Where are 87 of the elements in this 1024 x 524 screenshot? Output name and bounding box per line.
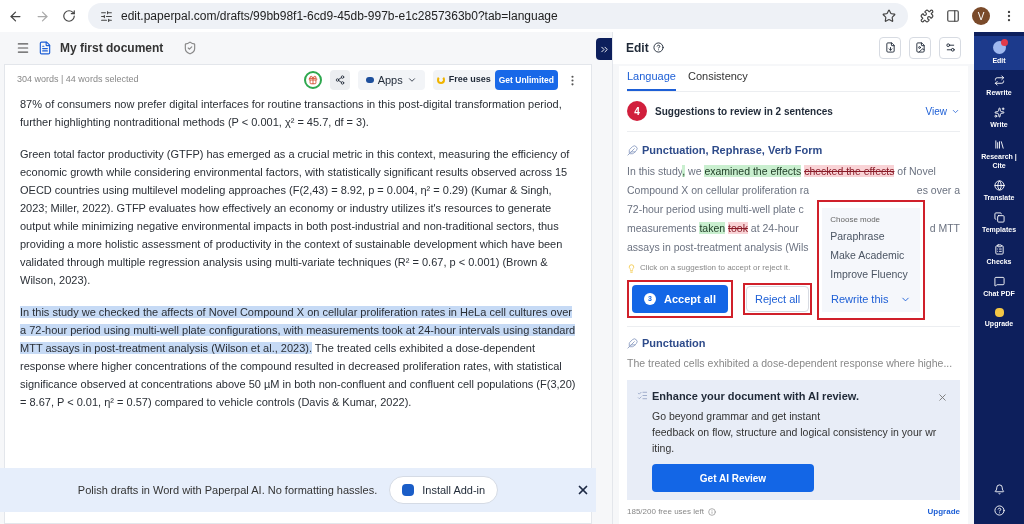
rail-icon	[993, 75, 1005, 86]
suggestion-category: Punctuation, Rephrase, Verb Form	[642, 142, 823, 158]
collapse-button[interactable]	[596, 38, 612, 60]
hint-text: Click on a suggestion to accept or reject it.	[640, 262, 791, 275]
document-paragraph: In this study we checked the affects of Novel Compound X on cellular proliferation rates in HeLa cell cultures over a 72-hour period using multi-well plate configurations, with measurements took at 24-hour intervals using standard MTT assays in post-treatment analysis (Wilson et al., 2023). The treated cells exhibited a dose-dependent response where higher concentrations of the compound resulted in decreased proliferation rates, with statistical significance observed at concentrations above 50 µM in both non-confluent and confluent cell populations (F(3,20) = 8.67, P < 0.01, η² = 0.57) compared to vehicle controls (Davis & Kumar, 2022).	[20, 305, 576, 410]
suggested-insertion[interactable]: ,	[682, 165, 686, 178]
bookmark-icon[interactable]	[882, 9, 896, 23]
suggestion-text: es over a	[916, 184, 960, 197]
menu-option[interactable]: Improve Fluency	[830, 266, 913, 284]
suggestion-text: d MTT	[929, 222, 960, 235]
suggestion-preview[interactable]: The treated cells exhibited a dose-dependent response where highe...	[627, 355, 960, 372]
chevron-down-icon	[406, 75, 417, 85]
free-uses-label: Free uses	[448, 73, 491, 87]
edit-blob-icon	[992, 41, 1006, 54]
suggested-deletion[interactable]: took	[728, 222, 748, 235]
url-text: edit.paperpal.com/drafts/99bb98f1-6cd9-45db-997b-e1c2857363b0?tab=language	[121, 8, 558, 25]
rewrite-dropdown[interactable]: Rewrite this	[822, 286, 921, 313]
rail-icon	[993, 180, 1005, 191]
promo-title: Enhance your document with AI review.	[652, 388, 859, 404]
document-paragraph: Green total factor productivity (GTFP) has emerged as a crucial metric in this context, measuring the efficiency of economic growth while considering environmental factors, with statistically significant results observed across 15 OECD countries using multilevel modeling approaches (F(2,43) = 8.92, p = 0.004, η² = 0.29) (Kumar & Singh, 2023; Miller, 2022). GTFP evaluates how effectively an economy or industry utilizes it's resources to generate output while minimizing negative environmental impacts in both post-industrial and non-traditional sectors, thus providing a more holistic assessment of productivity in the context of sustainable development which have been validated through multiple regression analysis using multi-variate techniques (R² = 0.67, p < 0.001) (Brown & Wilson, 2023).	[20, 147, 571, 288]
document-title[interactable]: My first document	[60, 39, 164, 57]
notifications-icon[interactable]	[993, 484, 1005, 495]
free-uses-left: 185/200 free uses left	[627, 506, 704, 518]
view-dropdown[interactable]: View	[925, 103, 960, 119]
reject-all-button[interactable]: Reject all	[746, 286, 810, 313]
suggestion-text: measurements	[627, 222, 698, 235]
menu-heading: Choose mode	[830, 214, 882, 227]
suggestion-text: Compound X on cellular proliferation ra	[627, 184, 810, 197]
reload-icon[interactable]	[62, 9, 76, 23]
rail-icon	[993, 244, 1005, 255]
export-button[interactable]	[909, 36, 931, 59]
site-info-icon[interactable]	[100, 9, 113, 23]
suggested-insertion[interactable]: examined the effects	[704, 165, 802, 178]
rail-icon	[993, 107, 1005, 118]
address-bar[interactable]: edit.paperpal.com/drafts/99bb98f1-6cd9-45db-997b-e1c2857363b0?tab=language	[88, 3, 908, 29]
back-icon[interactable]	[8, 8, 23, 24]
suggestion-text: 72-hour period using multi-well plate c	[627, 203, 804, 216]
file-image-icon	[914, 42, 926, 54]
rail-icon	[993, 276, 1005, 287]
download-button[interactable]	[879, 36, 901, 59]
document-paragraph: 87% of consumers now prefer digital interfaces for routine transactions in this post-digital transformation period, further highlighting nontraditional methods (P < 0.001, χ² = 45.7, df = 3).	[20, 97, 563, 130]
settings-button[interactable]	[939, 36, 961, 59]
close-icon[interactable]	[576, 483, 590, 497]
menu-icon[interactable]	[16, 41, 30, 55]
suggested-insertion[interactable]: taken	[699, 222, 726, 235]
ai-review-button[interactable]: Get AI Review	[652, 464, 814, 492]
profile-avatar[interactable]: V	[972, 7, 990, 25]
rail-icon	[993, 139, 1005, 150]
panel-tab[interactable]: Language	[627, 68, 676, 91]
menu-option[interactable]: Paraphrase	[830, 228, 913, 246]
feather-icon	[627, 338, 638, 349]
get-unlimited-button[interactable]: Get Unlimited	[494, 70, 558, 90]
rail-icon	[993, 212, 1005, 223]
suggestion-text: assays in post-treatment analysis (Wils	[627, 241, 809, 254]
panel-tab[interactable]: Consistency	[687, 68, 748, 91]
suggestion-count-badge: 4	[627, 101, 647, 122]
menu-option[interactable]: Make Academic	[830, 247, 913, 265]
sliders-icon	[944, 42, 956, 54]
file-download-icon	[884, 42, 896, 54]
word-logo-icon	[402, 484, 415, 496]
document-icon	[38, 41, 52, 55]
suggestion-text: at 24-hour	[749, 222, 799, 235]
word-count: 304 words | 44 words selected	[17, 73, 140, 87]
feather-icon	[627, 144, 638, 156]
gift-progress-icon[interactable]	[303, 71, 322, 89]
side-panel-icon[interactable]	[946, 9, 960, 23]
extensions-icon[interactable]	[920, 9, 934, 23]
suggested-deletion[interactable]: checked the effects	[804, 165, 895, 178]
install-addin-button[interactable]: Install Add-in	[389, 476, 499, 504]
apps-icon	[365, 77, 374, 83]
promo-text: Go beyond grammar and get instant feedback on flow, structure and logical consistency in your wr iting.	[651, 409, 938, 456]
apps-button[interactable]: Apps	[357, 70, 425, 90]
share-button[interactable]	[329, 70, 350, 90]
upgrade-icon	[994, 308, 1004, 317]
banner-text: Polish drafts in Word with Paperpal AI. No formatting hassles.	[77, 482, 378, 498]
progress-ring-icon	[436, 76, 445, 84]
help-icon[interactable]	[652, 42, 664, 54]
lightbulb-icon	[627, 263, 636, 273]
upgrade-link[interactable]: Upgrade	[927, 506, 960, 518]
panel-title: Edit	[626, 39, 649, 57]
suggestion-category: Punctuation	[642, 336, 706, 352]
shield-check-icon[interactable]	[183, 41, 198, 55]
suggestion-text: of Novel	[896, 165, 936, 178]
suggestion-text: we	[687, 165, 703, 178]
share-icon	[334, 75, 345, 85]
list-icon	[637, 390, 648, 402]
suggestion-summary: Suggestions to review in 2 sentences	[655, 104, 834, 119]
